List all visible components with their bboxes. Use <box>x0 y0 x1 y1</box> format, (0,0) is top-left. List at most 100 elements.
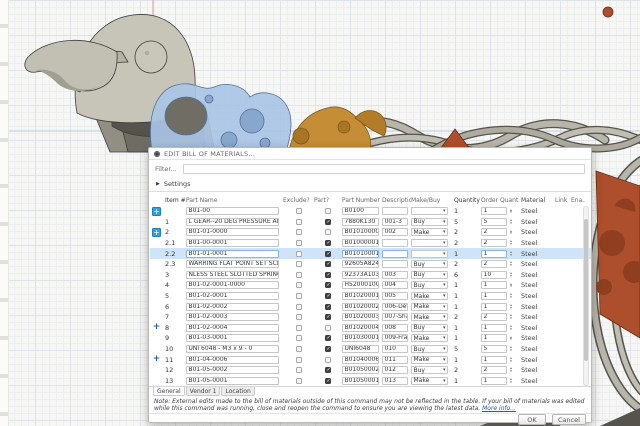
description-input[interactable]: 004 <box>382 281 408 289</box>
part-name-input[interactable]: B01-00-0001 <box>186 239 279 247</box>
make-buy-select[interactable]: Make ▾ <box>411 292 448 300</box>
spinner-stepper[interactable]: ▴▾ <box>508 325 514 331</box>
part-name-input[interactable]: B01-02-0002 <box>186 303 279 311</box>
table-row[interactable]: 10 UNI 6048 - M3 x 9 - 0 UNI6048 010 Buy… <box>150 344 591 355</box>
table-row[interactable]: 5 B01-02-0001 B01020001 005 Make ▾ 1 1 ▴… <box>150 291 591 302</box>
description-input[interactable]: 013 <box>382 377 408 385</box>
part-name-input[interactable]: B01-05-0001 <box>186 377 279 385</box>
part-number-input[interactable]: B01050001 <box>342 377 379 385</box>
part-name-input[interactable]: UNI 6048 - M3 x 9 - 0 <box>186 345 279 353</box>
exclude-checkbox[interactable] <box>296 240 302 246</box>
description-input[interactable]: 010 <box>382 345 408 353</box>
spinner-stepper[interactable]: ▴▾ <box>508 357 514 363</box>
expand-toggle-icon[interactable]: + <box>153 323 161 332</box>
exclude-checkbox[interactable] <box>296 293 302 299</box>
part-name-input[interactable]: B01-02-0001 <box>186 292 279 300</box>
order-quantity-input[interactable]: 5 <box>481 345 507 353</box>
part-name-input[interactable]: B01-04-0006 <box>186 356 279 364</box>
part-number-input[interactable]: B01020001 <box>342 292 379 300</box>
part-number-input[interactable]: 92605A824 <box>342 260 379 268</box>
part-checkbox[interactable] <box>325 240 331 246</box>
order-quantity-input[interactable]: 5 <box>481 218 507 226</box>
part-number-input[interactable]: 7880K130 <box>342 218 379 226</box>
order-quantity-input[interactable]: 1 <box>481 281 507 289</box>
table-row[interactable]: 13 B01-05-0001 B01050001 013 Make ▾ 1 1 … <box>150 376 591 387</box>
spinner-stepper[interactable]: ▴▾ <box>508 272 514 278</box>
part-number-input[interactable]: H5200010000 <box>342 281 379 289</box>
tab-general[interactable]: General <box>153 387 185 396</box>
make-buy-select[interactable]: Make ▾ <box>411 303 448 311</box>
make-buy-select[interactable]: Buy ▾ <box>411 260 448 268</box>
part-checkbox[interactable] <box>325 367 331 373</box>
exclude-checkbox[interactable] <box>296 346 302 352</box>
exclude-checkbox[interactable] <box>296 304 302 310</box>
exclude-checkbox[interactable] <box>296 367 302 373</box>
order-quantity-input[interactable]: 1 <box>481 292 507 300</box>
exclude-checkbox[interactable] <box>296 335 302 341</box>
part-checkbox[interactable] <box>325 293 331 299</box>
order-quantity-input[interactable]: 1 <box>481 303 507 311</box>
make-buy-select[interactable]: Make ▾ <box>411 334 448 342</box>
exclude-checkbox[interactable] <box>296 208 302 214</box>
make-buy-select[interactable]: ▾ <box>411 239 448 247</box>
part-checkbox[interactable] <box>325 219 331 225</box>
more-info-link[interactable]: More info... <box>482 405 516 412</box>
dialog-titlebar[interactable]: EDIT BILL OF MATERIALS... <box>149 148 591 160</box>
filter-input[interactable] <box>183 164 585 174</box>
table-row[interactable]: 1 L GEAR--20 DEG PRESSURE ANGLE 7880K130… <box>150 217 591 228</box>
exclude-checkbox[interactable] <box>296 378 302 384</box>
exclude-checkbox[interactable] <box>296 251 302 257</box>
description-input[interactable]: 011 <box>382 356 408 364</box>
order-quantity-input[interactable]: 2 <box>481 228 507 236</box>
part-checkbox[interactable] <box>325 314 331 320</box>
description-input[interactable] <box>382 239 408 247</box>
table-row[interactable]: 2.3 WARRING FLAT POINT SET SCREW 92605A8… <box>150 259 591 270</box>
part-checkbox[interactable] <box>325 282 331 288</box>
part-checkbox[interactable] <box>325 304 331 310</box>
expand-toggle-icon[interactable]: + <box>153 355 161 364</box>
part-number-input[interactable]: B01010001 <box>342 250 379 258</box>
table-row[interactable]: 7 B01-02-0003 B01020003 007-Shaken Make … <box>150 312 591 323</box>
spinner-stepper[interactable]: ▴▾ <box>508 251 514 257</box>
make-buy-select[interactable]: Make ▾ <box>411 377 448 385</box>
part-name-input[interactable]: L GEAR--20 DEG PRESSURE ANGLE <box>186 218 279 226</box>
description-input[interactable]: 007-Shaken <box>382 313 408 321</box>
order-quantity-input[interactable]: 2 <box>481 260 507 268</box>
description-input[interactable]: 005 <box>382 292 408 300</box>
part-number-input[interactable]: B01040006 <box>342 356 379 364</box>
make-buy-select[interactable]: Buy ▾ <box>411 271 448 279</box>
part-number-input[interactable]: B01020004 <box>342 324 379 332</box>
table-row[interactable]: 12 B01-05-0002 B01050002 012 Buy ▾ 2 2 ▴… <box>150 365 591 376</box>
part-checkbox[interactable] <box>325 325 331 331</box>
spinner-stepper[interactable]: ▴▾ <box>508 346 514 352</box>
order-quantity-input[interactable]: 2 <box>481 239 507 247</box>
order-quantity-input[interactable]: 10 <box>481 271 507 279</box>
part-number-input[interactable]: B01000001 <box>342 239 379 247</box>
order-quantity-input[interactable]: 2 <box>481 366 507 374</box>
spinner-stepper[interactable]: ▴▾ <box>508 314 514 320</box>
description-input[interactable]: 009-Frame <box>382 334 408 342</box>
table-scrollbar[interactable] <box>583 206 589 386</box>
part-checkbox[interactable] <box>325 208 331 214</box>
table-row[interactable]: + 2 B01-01-0000 B01010000 002 Make ▾ 2 2… <box>150 227 591 238</box>
part-name-input[interactable]: B01-00 <box>186 207 279 215</box>
table-row[interactable]: 2.1 B01-00-0001 B01000001 ▾ 2 2 ▴▾ Steel <box>150 238 591 249</box>
part-number-input[interactable]: B01020002 <box>342 303 379 311</box>
part-checkbox[interactable] <box>325 261 331 267</box>
part-number-input[interactable]: 92373A103 <box>342 271 379 279</box>
tab-vendor-1[interactable]: Vendor 1 <box>186 387 221 396</box>
spinner-stepper[interactable]: ▴▾ <box>508 293 514 299</box>
table-row[interactable]: 4 B01-02-0001-0000 H5200010000 004 Buy ▾… <box>150 280 591 291</box>
table-row[interactable]: + 8 B01-02-0004 B01020004 008 Buy ▾ 1 1 … <box>150 323 591 334</box>
table-row[interactable]: 3 NLESS STEEL SLOTTED SPRING PIN 92373A1… <box>150 270 591 281</box>
exclude-checkbox[interactable] <box>296 219 302 225</box>
part-number-input[interactable]: B0100 <box>342 207 379 215</box>
make-buy-select[interactable]: ▾ <box>411 250 448 258</box>
spinner-stepper[interactable]: ▴▾ <box>508 378 514 384</box>
exclude-checkbox[interactable] <box>296 357 302 363</box>
make-buy-select[interactable]: Buy ▾ <box>411 281 448 289</box>
table-row[interactable]: 6 B01-02-0002 B01020002 006-Default Make… <box>150 301 591 312</box>
make-buy-select[interactable]: Make ▾ <box>411 228 448 236</box>
make-buy-select[interactable]: Buy ▾ <box>411 324 448 332</box>
exclude-checkbox[interactable] <box>296 229 302 235</box>
